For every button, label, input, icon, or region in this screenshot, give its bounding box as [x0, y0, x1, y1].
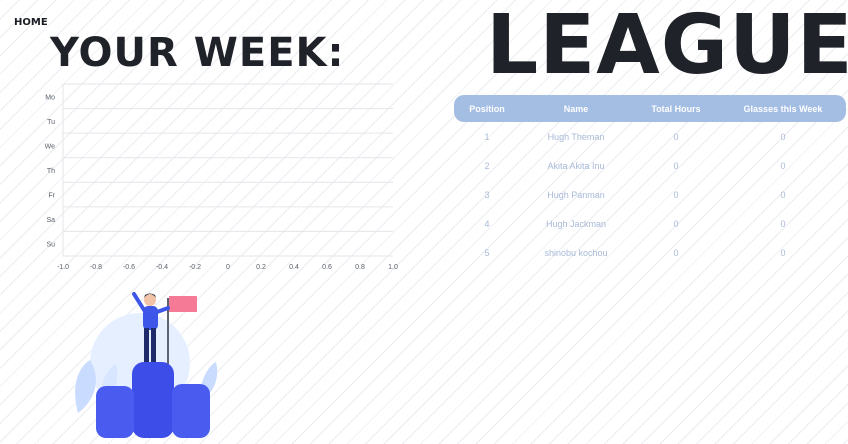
y-tick-label: Tu — [47, 119, 55, 126]
person-leg-right — [151, 328, 156, 362]
cell-name: Hugh Panman — [547, 189, 605, 200]
table-row: 3 Hugh Panman 0 0 — [454, 180, 846, 209]
x-tick-label: 1.0 — [388, 264, 398, 271]
x-tick-label: -0.8 — [90, 264, 102, 271]
cell-position: 3 — [484, 189, 490, 200]
y-tick-label: Mo — [45, 94, 55, 101]
cell-position: 2 — [484, 160, 490, 171]
person-arm-left — [132, 292, 146, 312]
header-position[interactable]: Position — [454, 95, 520, 122]
podium-right — [172, 384, 210, 438]
cell-glasses: 0 — [780, 247, 786, 258]
header-total-hours[interactable]: Total Hours — [632, 95, 720, 122]
league-table: Position Name Total Hours Glasses this W… — [454, 95, 846, 267]
table-row: 2 Akita Akita Inu 0 0 — [454, 151, 846, 180]
x-tick-label: -0.4 — [156, 264, 168, 271]
x-tick-label: -1.0 — [57, 264, 69, 271]
cell-name: shinobu kochou — [544, 247, 608, 258]
table-row: 1 Hugh Theman 0 0 — [454, 122, 846, 151]
person-leg-left — [144, 328, 149, 362]
y-tick-label: We — [45, 143, 55, 150]
cell-glasses: 0 — [780, 131, 786, 142]
person-arm-right — [155, 306, 170, 314]
cell-position: 1 — [484, 131, 490, 142]
cell-name: Hugh Theman — [547, 131, 605, 142]
y-tick-label: Fr — [48, 193, 55, 200]
y-tick-label: Th — [47, 168, 55, 175]
cell-glasses: 0 — [780, 218, 786, 229]
leaf-left-icon — [75, 360, 96, 413]
x-tick-label: 0.8 — [355, 264, 365, 271]
cell-total-hours: 0 — [673, 160, 679, 171]
x-tick-label: 0 — [226, 264, 230, 271]
table-row: 4 Hugh Jackman 0 0 — [454, 209, 846, 238]
week-chart: Mo Tu We Th Fr Sa Su -1.0 -0.8 -0.6 -0.4 -0.2 0 0.2 0.… — [45, 83, 398, 271]
podium-winner-icon — [75, 292, 218, 438]
cell-position: 4 — [484, 218, 490, 229]
x-tick-label: -0.6 — [123, 264, 135, 271]
table-row: 5 shinobu kochou 0 0 — [454, 238, 846, 267]
cell-total-hours: 0 — [673, 218, 679, 229]
cell-position: 5 — [484, 247, 490, 258]
y-tick-label: Sa — [46, 217, 55, 224]
cell-glasses: 0 — [780, 160, 786, 171]
cell-total-hours: 0 — [673, 131, 679, 142]
cell-total-hours: 0 — [673, 247, 679, 258]
flag — [169, 296, 197, 312]
cell-name: Hugh Jackman — [545, 218, 607, 229]
cell-name: Akita Akita Inu — [547, 160, 605, 171]
y-tick-label: Su — [46, 242, 55, 249]
x-tick-label: 0.6 — [322, 264, 332, 271]
cell-glasses: 0 — [780, 189, 786, 200]
podium-center — [132, 362, 174, 438]
header-glasses-week[interactable]: Glasses this Week — [720, 95, 846, 122]
your-week-title: YOUR WEEK: — [50, 30, 345, 76]
home-link[interactable]: HOME — [14, 17, 48, 28]
podium-left — [96, 386, 134, 438]
x-tick-label: 0.2 — [256, 264, 266, 271]
league-title: LEAGUE — [486, 0, 848, 93]
league-header-row: Position Name Total Hours Glasses this W… — [454, 95, 846, 122]
header-name[interactable]: Name — [520, 95, 632, 122]
x-tick-label: 0.4 — [289, 264, 299, 271]
x-tick-label: -0.2 — [189, 264, 201, 271]
cell-total-hours: 0 — [673, 189, 679, 200]
